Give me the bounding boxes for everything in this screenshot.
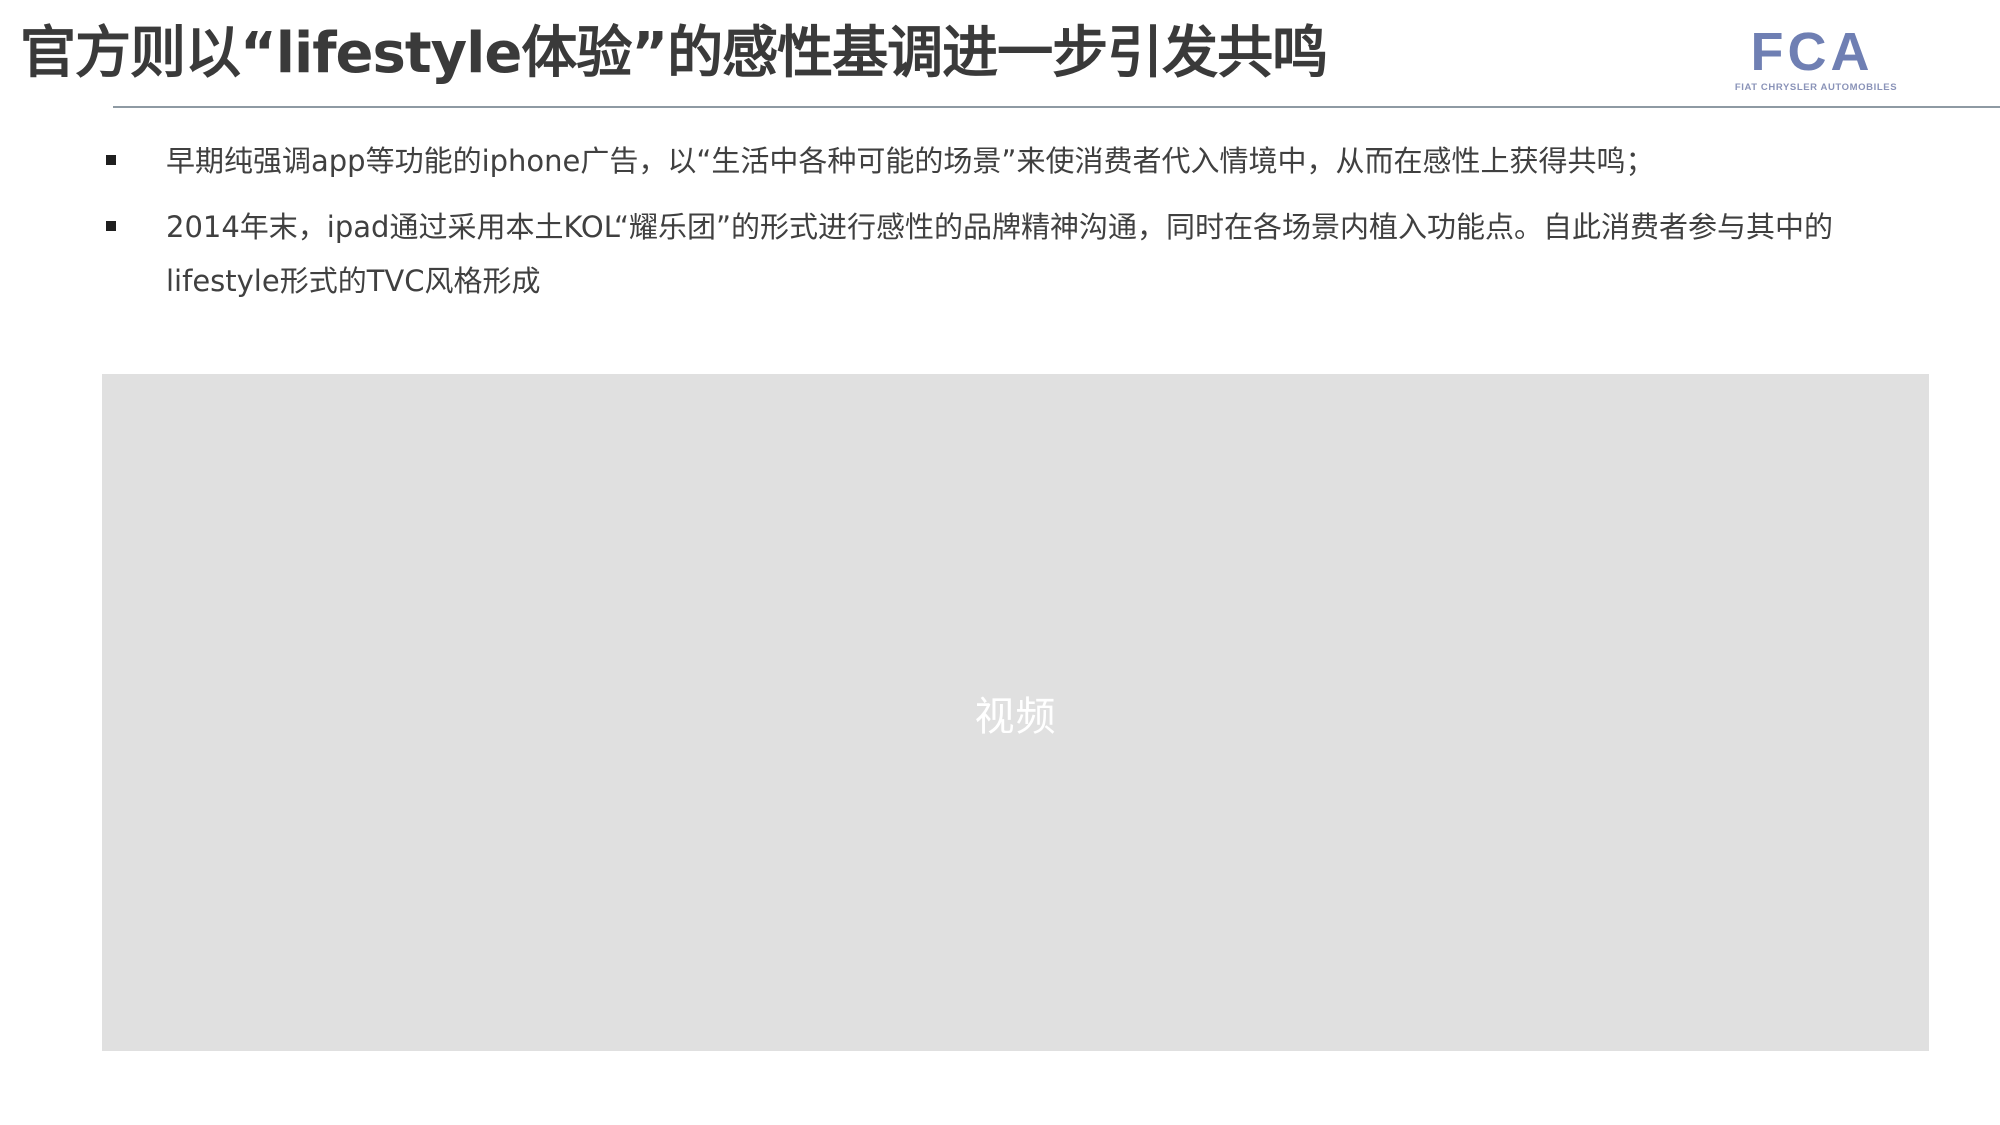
video-placeholder[interactable]: 视频 [102, 374, 1929, 1051]
title-divider [113, 106, 2000, 108]
bullet-item: 早期纯强调app等功能的iphone广告，以“生活中各种可能的场景”来使消费者代… [104, 134, 1934, 188]
bullet-text: 早期纯强调app等功能的iphone广告，以“生活中各种可能的场景”来使消费者代… [166, 144, 1655, 178]
square-bullet-icon [106, 155, 116, 165]
slide-title: 官方则以“lifestyle体验”的感性基调进一步引发共鸣 [20, 21, 1328, 86]
logo-subtitle: FIAT CHRYSLER AUTOMOBILES [1735, 82, 1897, 93]
bullet-text: 2014年末，ipad通过采用本土KOL“耀乐团”的形式进行感性的品牌精神沟通，… [166, 210, 1834, 298]
square-bullet-icon [106, 221, 116, 231]
bullet-list: 早期纯强调app等功能的iphone广告，以“生活中各种可能的场景”来使消费者代… [104, 134, 1934, 320]
logo-wordmark: FCA [1751, 26, 1874, 82]
fca-logo: FCA FIAT CHRYSLER AUTOMOBILES [1712, 26, 1926, 96]
video-label: 视频 [974, 693, 1057, 740]
bullet-item: 2014年末，ipad通过采用本土KOL“耀乐团”的形式进行感性的品牌精神沟通，… [104, 200, 1934, 308]
